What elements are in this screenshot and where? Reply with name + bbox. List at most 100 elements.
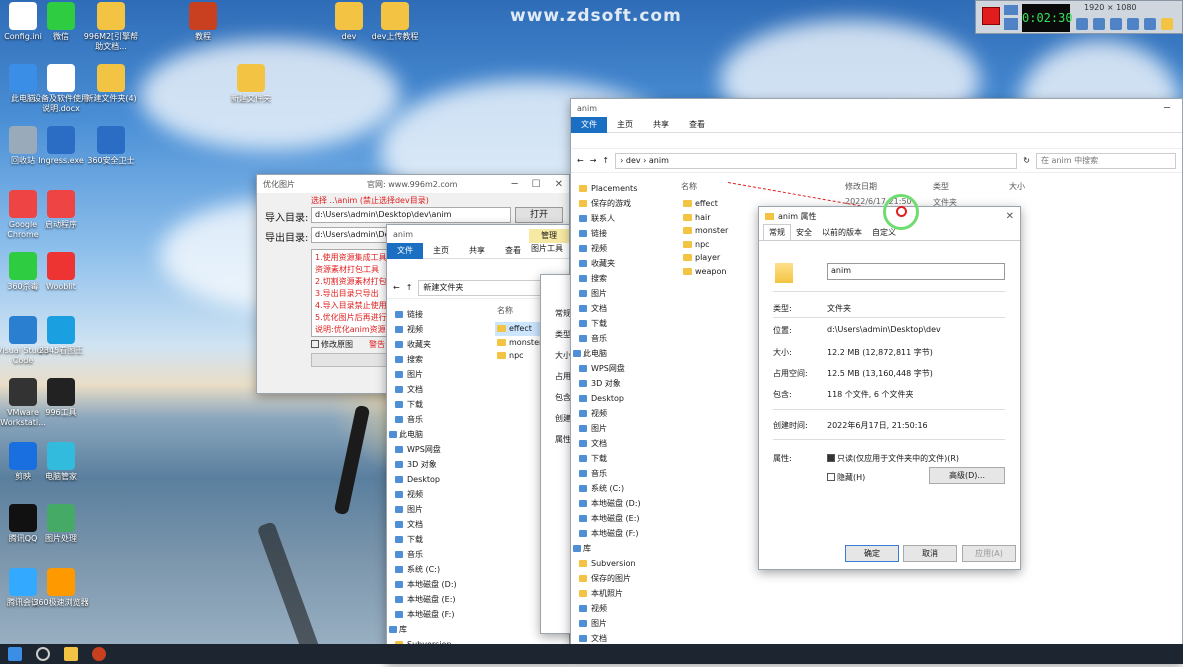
maximize-icon[interactable]: ☐	[532, 179, 541, 190]
tab-manage[interactable]: 管理	[529, 229, 569, 243]
refresh-icon[interactable]: ↻	[1023, 156, 1030, 165]
nav-item[interactable]: 下载	[387, 397, 479, 412]
tab-file[interactable]: 文件	[571, 116, 607, 133]
desktop-icon[interactable]: 新建文件夹(4)	[80, 64, 142, 104]
desktop-icon[interactable]: 360安全卫士	[80, 126, 142, 166]
nav-item[interactable]: WPS网盘	[387, 442, 479, 457]
nav-item[interactable]: 图片	[571, 616, 663, 631]
nav-item[interactable]: 音乐	[571, 466, 663, 481]
nav-item[interactable]: Desktop	[387, 472, 479, 487]
nav-item[interactable]: 系统 (C:)	[571, 481, 663, 496]
nav-item[interactable]: 下载	[571, 451, 663, 466]
nav-item[interactable]: WPS网盘	[571, 361, 663, 376]
up-icon[interactable]: ↑	[406, 283, 413, 292]
nav-item[interactable]: 链接	[571, 226, 663, 241]
webcam-icon[interactable]	[1110, 18, 1122, 30]
nav-item[interactable]: 搜索	[387, 352, 479, 367]
nav-item[interactable]: 收藏夹	[387, 337, 479, 352]
readonly-checkbox[interactable]: 只读(仅应用于文件夹中的文件)(R)	[827, 453, 959, 464]
nav-item[interactable]: 本地磁盘 (D:)	[387, 577, 479, 592]
keep-original-checkbox[interactable]: 修改原图	[311, 339, 353, 350]
tab-security[interactable]: 安全	[791, 225, 817, 240]
minimize-icon[interactable]: ─	[1164, 103, 1170, 114]
list-item[interactable]: monster	[681, 224, 761, 238]
list-item[interactable]: player	[681, 251, 761, 265]
nav-item[interactable]: 文档	[571, 436, 663, 451]
nav-item[interactable]: 音乐	[387, 547, 479, 562]
nav-item[interactable]: 本地磁盘 (F:)	[571, 526, 663, 541]
column-modified[interactable]: 修改日期	[845, 181, 877, 192]
folder-name-input[interactable]: anim	[827, 263, 1005, 280]
tab-home[interactable]: 主页	[423, 245, 459, 256]
export-path-input[interactable]: d:\Users\admin\Des	[311, 227, 394, 243]
file-explorer-icon[interactable]	[64, 647, 78, 661]
ok-button[interactable]: 确定	[845, 545, 899, 562]
column-size[interactable]: 大小	[1009, 181, 1025, 192]
folder-icon[interactable]	[1161, 18, 1173, 30]
minimize-icon[interactable]: ─	[512, 179, 518, 190]
camera-icon[interactable]	[1004, 5, 1018, 15]
list-item[interactable]: npc	[681, 238, 761, 252]
nav-item[interactable]: 本机照片	[571, 586, 663, 601]
nav-item[interactable]: 图片	[387, 367, 479, 382]
forward-icon[interactable]: →	[590, 156, 597, 165]
nav-item[interactable]: Desktop	[571, 391, 663, 406]
nav-item[interactable]: 本地磁盘 (E:)	[571, 511, 663, 526]
nav-item[interactable]: 系统 (C:)	[387, 562, 479, 577]
close-icon[interactable]: ✕	[1006, 211, 1014, 222]
tab-home[interactable]: 主页	[607, 119, 643, 130]
nav-item[interactable]: 文档	[571, 301, 663, 316]
column-name[interactable]: 名称	[497, 305, 513, 316]
nav-item[interactable]: 联系人	[571, 211, 663, 226]
nav-item[interactable]: 下载	[387, 532, 479, 547]
app-icon[interactable]	[92, 647, 106, 661]
tab-share[interactable]: 共享	[459, 245, 495, 256]
tab-view[interactable]: 查看	[679, 119, 715, 130]
nav-item[interactable]: 此电脑	[571, 346, 663, 361]
nav-item[interactable]: 链接	[387, 307, 479, 322]
pause-icon[interactable]	[1004, 18, 1018, 30]
back-icon[interactable]: ←	[393, 283, 400, 292]
desktop-icon[interactable]: dev上传教程	[364, 2, 426, 42]
nav-item[interactable]: 图片	[571, 286, 663, 301]
volume-icon[interactable]	[1076, 18, 1088, 30]
nav-item[interactable]: Subversion	[571, 556, 663, 571]
search-icon[interactable]	[36, 647, 50, 661]
nav-item[interactable]: 图片	[571, 421, 663, 436]
nav-item[interactable]: 音乐	[571, 331, 663, 346]
nav-item[interactable]: 图片	[387, 502, 479, 517]
nav-item[interactable]: 本地磁盘 (D:)	[571, 496, 663, 511]
import-path-input[interactable]: d:\Users\admin\Desktop\dev\anim	[311, 207, 511, 223]
list-item[interactable]: hair	[681, 211, 761, 225]
nav-item[interactable]: 库	[387, 622, 479, 637]
up-icon[interactable]: ↑	[602, 156, 609, 165]
nav-item[interactable]: 音乐	[387, 412, 479, 427]
desktop-icon[interactable]: 新建文件夹	[220, 64, 282, 104]
nav-item[interactable]: 文档	[387, 517, 479, 532]
cursor-icon[interactable]	[1127, 18, 1139, 30]
mic-icon[interactable]	[1093, 18, 1105, 30]
nav-item[interactable]: 视频	[571, 241, 663, 256]
nav-item[interactable]: 保存的图片	[571, 571, 663, 586]
start-icon[interactable]	[8, 647, 22, 661]
address-bar[interactable]: › dev › anim	[615, 152, 1018, 169]
desktop-icon[interactable]: 电脑管家	[30, 442, 92, 482]
tab-previous-versions[interactable]: 以前的版本	[817, 225, 867, 240]
nav-item[interactable]: 此电脑	[387, 427, 479, 442]
tab-file[interactable]: 文件	[387, 242, 423, 259]
list-item[interactable]: effect	[681, 197, 761, 211]
nav-item[interactable]: 收藏夹	[571, 256, 663, 271]
advanced-button[interactable]: 高级(D)...	[929, 467, 1005, 484]
nav-item[interactable]: 库	[571, 541, 663, 556]
cancel-button[interactable]: 取消	[903, 545, 957, 562]
open-button[interactable]: 打开	[515, 207, 563, 223]
nav-item[interactable]: 视频	[387, 487, 479, 502]
desktop-icon[interactable]: 360极速浏览器	[30, 568, 92, 608]
pen-icon[interactable]	[1144, 18, 1156, 30]
desktop-icon[interactable]: 996M2[引擎帮助文档...	[80, 2, 142, 52]
nav-item[interactable]: 视频	[387, 322, 479, 337]
nav-item[interactable]: 本地磁盘 (F:)	[387, 607, 479, 622]
tab-general[interactable]: 常规	[763, 224, 791, 240]
search-input[interactable]: 在 anim 中搜索	[1036, 152, 1176, 169]
nav-item[interactable]: 本地磁盘 (E:)	[387, 592, 479, 607]
